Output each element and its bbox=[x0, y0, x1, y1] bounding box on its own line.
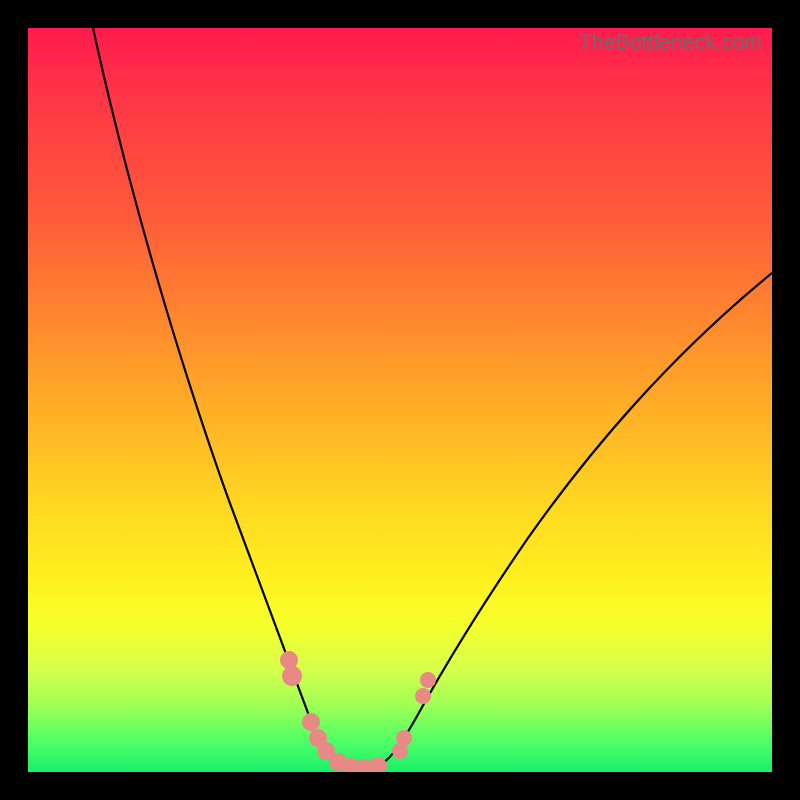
curve-layer bbox=[28, 28, 772, 772]
chart-plot-area: TheBottleneck.com bbox=[28, 28, 772, 772]
marker-group bbox=[280, 651, 436, 772]
marker-12 bbox=[415, 688, 431, 704]
marker-11 bbox=[396, 730, 412, 746]
right-curve bbox=[378, 273, 772, 766]
chart-outer-frame: TheBottleneck.com bbox=[0, 0, 800, 800]
left-curve bbox=[93, 28, 343, 765]
marker-13 bbox=[420, 672, 436, 688]
marker-1 bbox=[280, 651, 298, 669]
marker-3 bbox=[302, 713, 320, 731]
marker-9 bbox=[369, 757, 387, 772]
marker-2 bbox=[282, 666, 302, 686]
